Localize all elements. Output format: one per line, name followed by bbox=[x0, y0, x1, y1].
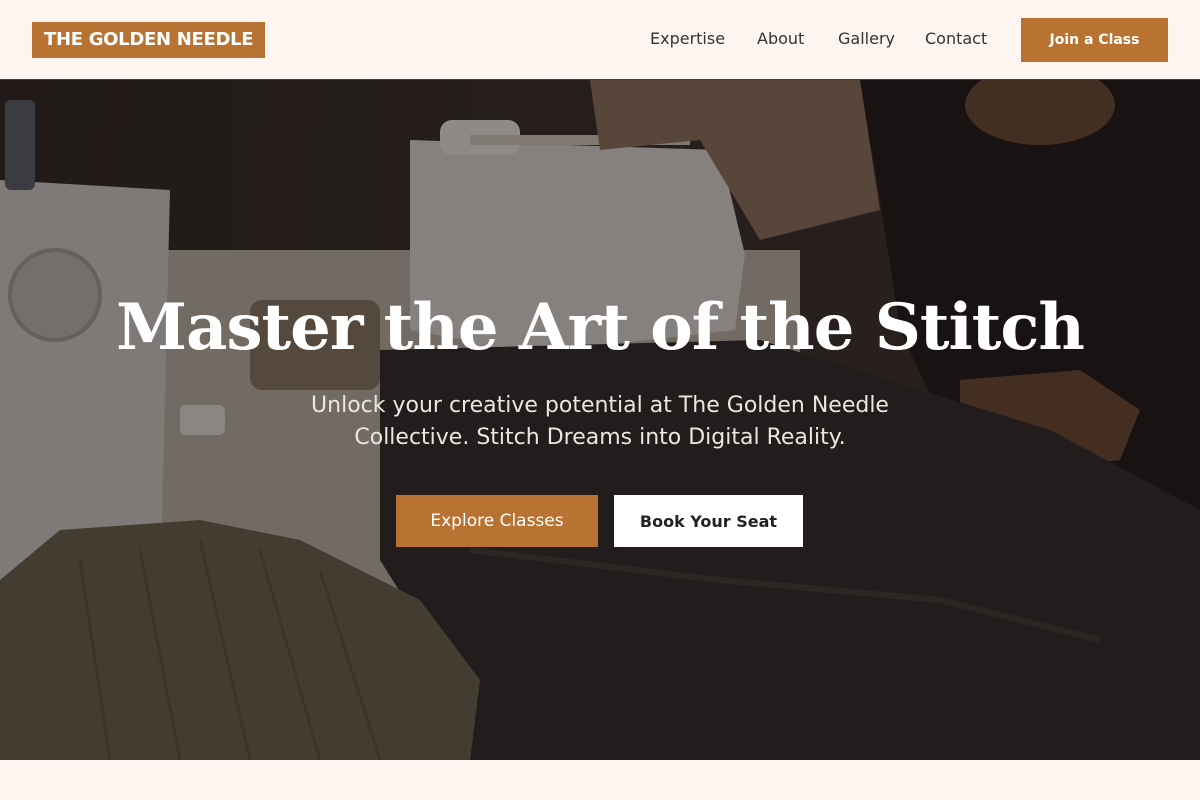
hero-section: Master the Art of the Stitch Unlock your… bbox=[0, 80, 1200, 760]
explore-classes-button[interactable]: Explore Classes bbox=[396, 495, 598, 547]
nav-link-expertise[interactable]: Expertise bbox=[650, 28, 725, 50]
hero-subtitle: Unlock your creative potential at The Go… bbox=[311, 393, 889, 450]
next-section-edge bbox=[0, 760, 1200, 800]
site-header: THE GOLDEN NEEDLE Expertise About Galler… bbox=[0, 0, 1200, 80]
nav-link-about[interactable]: About bbox=[757, 28, 804, 50]
nav-link-gallery[interactable]: Gallery bbox=[838, 28, 895, 50]
site-logo[interactable]: THE GOLDEN NEEDLE bbox=[32, 22, 266, 58]
hero-title: Master the Art of the Stitch bbox=[116, 290, 1085, 365]
join-class-button[interactable]: Join a Class bbox=[1021, 18, 1168, 62]
book-your-seat-button[interactable]: Book Your Seat bbox=[614, 495, 803, 547]
nav-link-contact[interactable]: Contact bbox=[925, 28, 987, 50]
